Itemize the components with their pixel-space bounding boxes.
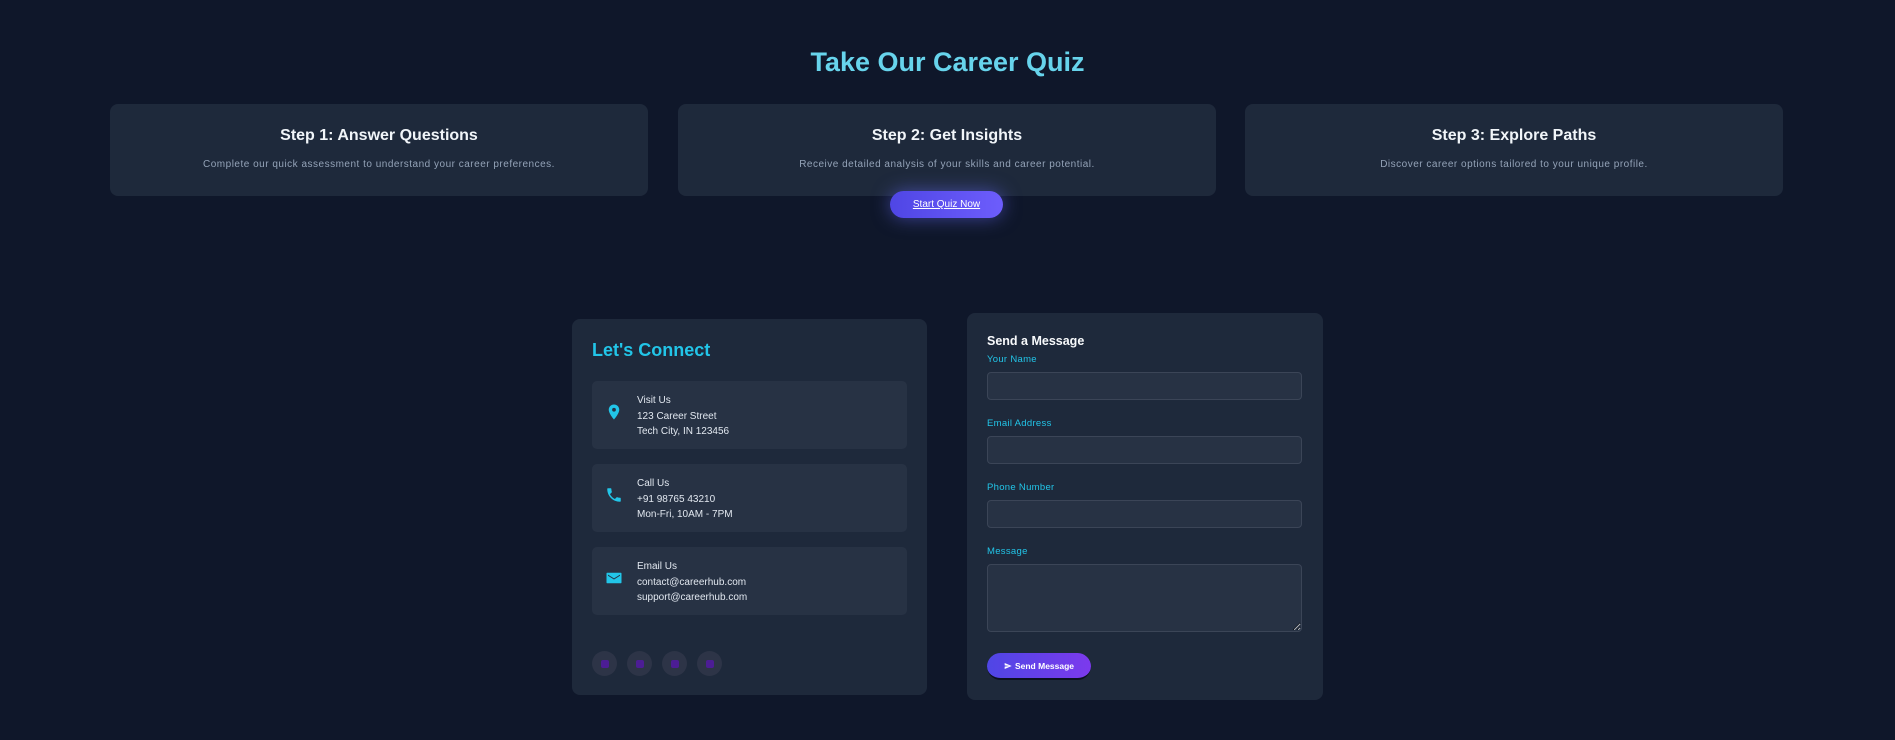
send-message-button[interactable]: Send Message xyxy=(987,653,1091,680)
contact-item-label: Call Us xyxy=(637,478,670,489)
quiz-step-card-2: Step 2: Get Insights Receive detailed an… xyxy=(678,104,1216,196)
contact-item-label: Visit Us xyxy=(637,395,671,406)
contact-address-line: Tech City, IN 123456 xyxy=(637,426,730,437)
contact-item-label: Email Us xyxy=(637,561,678,572)
message-textarea[interactable] xyxy=(987,564,1302,632)
contact-hours-line: Mon-Fri, 10AM - 7PM xyxy=(637,509,733,520)
paper-plane-icon xyxy=(1004,662,1012,669)
instagram-icon[interactable] xyxy=(662,651,687,676)
quiz-step-title: Step 3: Explore Paths xyxy=(1431,127,1597,144)
start-quiz-button[interactable]: Start Quiz Now xyxy=(890,191,1003,218)
quiz-step-title: Step 1: Answer Questions xyxy=(280,127,478,144)
contact-phone-line: +91 98765 43210 xyxy=(637,493,716,505)
contact-item-email: Email Us contact@careerhub.com support@c… xyxy=(592,547,907,615)
quiz-step-card-3: Step 3: Explore Paths Discover career op… xyxy=(1245,104,1783,196)
email-label: Email Address xyxy=(987,418,1052,429)
youtube-icon[interactable] xyxy=(697,651,722,676)
quiz-section-title: Take Our Career Quiz xyxy=(810,47,1085,77)
email-input[interactable] xyxy=(987,436,1302,464)
contact-item-visit: Visit Us 123 Career Street Tech City, IN… xyxy=(592,381,907,449)
quiz-step-card-1: Step 1: Answer Questions Complete our qu… xyxy=(110,104,648,196)
map-pin-icon xyxy=(608,404,620,420)
quiz-step-description: Receive detailed analysis of your skills… xyxy=(799,159,1095,170)
message-label: Message xyxy=(987,546,1028,557)
send-message-title: Send a Message xyxy=(987,334,1085,348)
name-label: Your Name xyxy=(987,354,1037,365)
phone-input[interactable] xyxy=(987,500,1302,528)
name-input[interactable] xyxy=(987,372,1302,400)
linkedin-icon[interactable] xyxy=(592,651,617,676)
contact-address-line: 123 Career Street xyxy=(637,410,717,422)
quiz-step-title: Step 2: Get Insights xyxy=(871,127,1023,144)
send-button-label: Send Message xyxy=(1014,660,1075,671)
connect-title: Let's Connect xyxy=(592,340,711,360)
contact-item-call: Call Us +91 98765 43210 Mon-Fri, 10AM - … xyxy=(592,464,907,532)
twitter-icon[interactable] xyxy=(627,651,652,676)
quiz-step-description: Complete our quick assessment to underst… xyxy=(203,159,555,170)
contact-info-card: Let's Connect Visit Us 123 Career Street… xyxy=(572,319,927,695)
quiz-step-description: Discover career options tailored to your… xyxy=(1380,159,1648,170)
envelope-icon xyxy=(606,572,622,584)
contact-email-line: contact@careerhub.com xyxy=(637,576,747,588)
phone-label: Phone Number xyxy=(987,482,1055,493)
contact-email-line: support@careerhub.com xyxy=(637,592,748,603)
send-message-card: Send a Message Your Name Email Address P… xyxy=(967,313,1323,700)
phone-icon xyxy=(607,488,621,502)
